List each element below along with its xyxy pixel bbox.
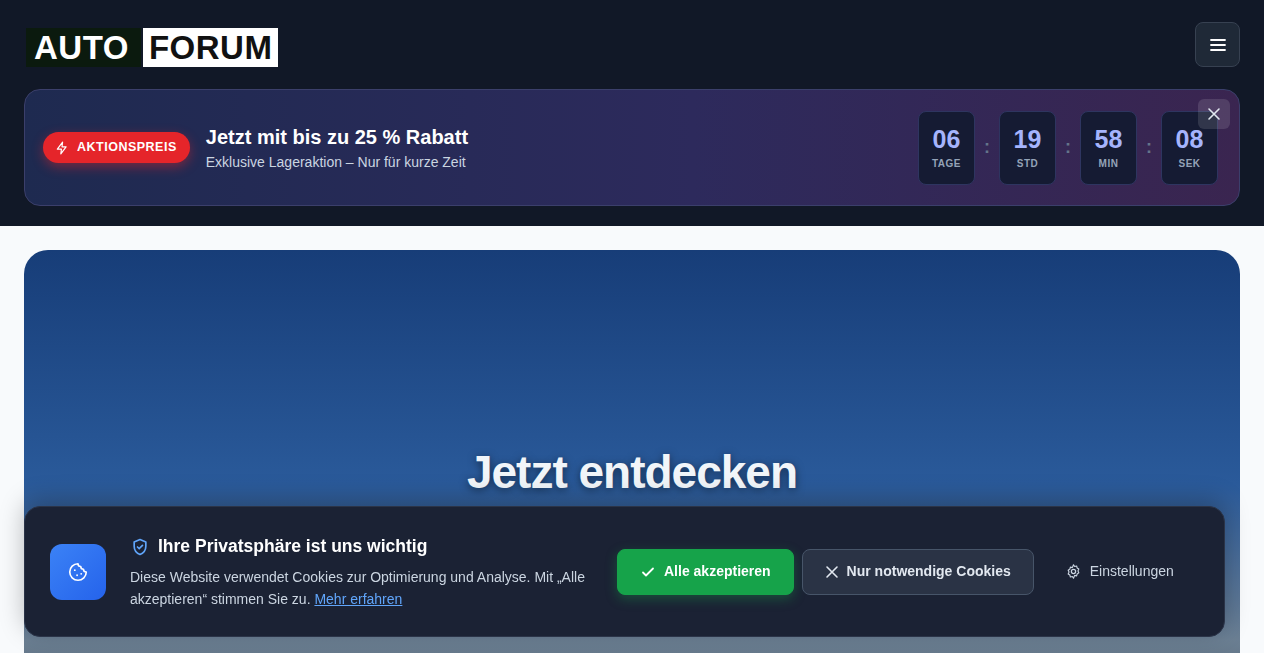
promo-badge: AKTIONSPREIS xyxy=(43,132,190,163)
countdown-label: MIN xyxy=(1099,156,1119,171)
logo[interactable]: AUTO FORUM xyxy=(26,28,278,67)
badge-text: AKTIONSPREIS xyxy=(77,138,177,157)
countdown-unit: 19 STD xyxy=(999,111,1056,185)
countdown-label: STD xyxy=(1017,156,1039,171)
countdown-value: 58 xyxy=(1095,124,1123,154)
more-link[interactable]: Mehr erfahren xyxy=(314,591,402,607)
countdown-label: TAGE xyxy=(932,156,961,171)
logo-part: AUTO xyxy=(26,28,141,67)
close-button[interactable] xyxy=(1198,99,1230,129)
close-icon xyxy=(1207,107,1221,121)
cookie-buttons: Alle akzeptieren Nur notwendige Cookies Ei… xyxy=(617,549,1197,595)
shield-icon xyxy=(130,537,150,557)
cookie-icon xyxy=(67,561,89,583)
gear-icon xyxy=(1065,563,1082,580)
hero-title: Jetzt entdecken xyxy=(24,438,1240,507)
button-label: Nur notwendige Cookies xyxy=(847,561,1011,582)
countdown-label: SEK xyxy=(1178,156,1200,171)
promo-subtitle: Exklusive Lageraktion – Nur für kurze Ze… xyxy=(206,152,468,172)
countdown-separator: : xyxy=(975,134,999,161)
hamburger-icon xyxy=(1210,38,1226,52)
cookie-banner: Ihre Privatsphäre ist uns wichtig Diese … xyxy=(24,506,1225,637)
button-label: Alle akzeptieren xyxy=(664,561,771,582)
countdown-unit: 58 MIN xyxy=(1080,111,1137,185)
x-icon xyxy=(825,565,839,579)
countdown-unit: 06 TAGE xyxy=(918,111,975,185)
site-header: AUTO FORUM AKTIONSPREIS Jetzt mit bis zu… xyxy=(0,0,1264,226)
cookie-title: Ihre Privatsphäre ist uns wichtig xyxy=(158,533,427,559)
cookie-button[interactable]: Einstellungen xyxy=(1042,549,1197,595)
countdown-value: 19 xyxy=(1014,124,1042,154)
cookie-button[interactable]: Nur notwendige Cookies xyxy=(802,549,1034,595)
countdown: 06TAGE:19STD:58MIN:08SEK xyxy=(918,111,1218,185)
cookie-button[interactable]: Alle akzeptieren xyxy=(617,549,794,595)
countdown-separator: : xyxy=(1056,134,1080,161)
cookie-text: Diese Website verwendet Cookies zur Opti… xyxy=(130,566,585,610)
cookie-icon xyxy=(50,544,106,600)
logo-part: FORUM xyxy=(143,28,278,67)
countdown-separator: : xyxy=(1137,134,1161,161)
countdown-value: 08 xyxy=(1176,124,1204,154)
promo-title: Jetzt mit bis zu 25 % Rabatt xyxy=(206,124,468,150)
button-label: Einstellungen xyxy=(1090,561,1174,582)
lightning-icon xyxy=(55,141,69,155)
countdown-value: 06 xyxy=(933,124,961,154)
check-icon xyxy=(640,564,656,580)
menu-button[interactable] xyxy=(1195,22,1240,67)
promo-banner: AKTIONSPREIS Jetzt mit bis zu 25 % Rabat… xyxy=(24,89,1240,206)
